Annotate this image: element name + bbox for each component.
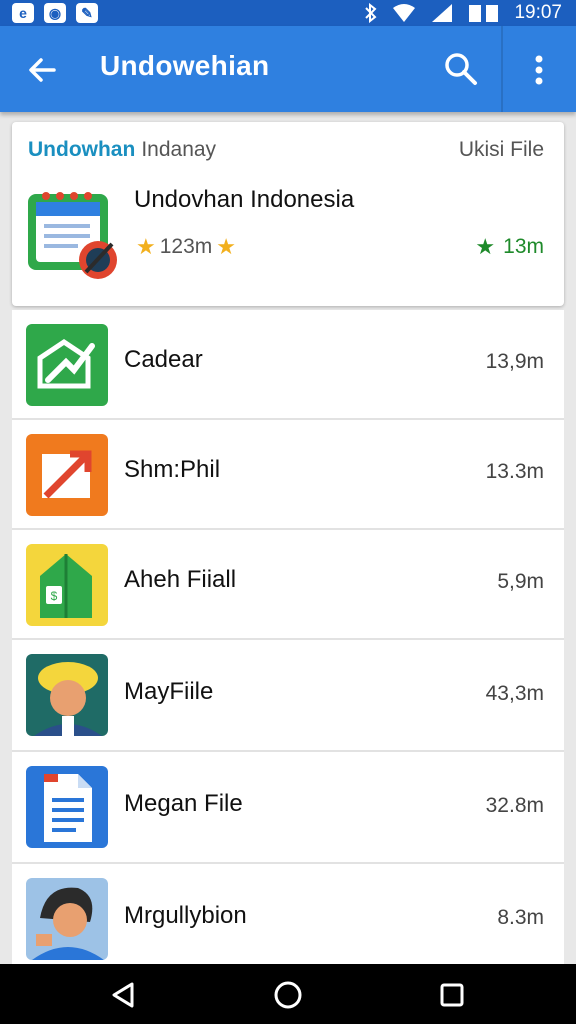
document-icon [26, 766, 108, 848]
arrow-box-icon [26, 434, 108, 516]
file-name: Megan File [124, 790, 243, 817]
app-notification-icon-3: ✎ [76, 3, 98, 23]
person-avatar-icon-2 [26, 878, 108, 960]
file-name: Mrgullybion [124, 902, 247, 929]
green-folder-icon: $ [26, 544, 108, 626]
notification-icons: e ◉ ✎ [12, 3, 98, 23]
app-notification-icon-1: e [12, 3, 34, 23]
featured-card[interactable]: Undowhan Indanay Ukisi File Undovhan Indo… [12, 122, 564, 306]
person-avatar-icon [26, 654, 108, 736]
checkbox-chart-icon [26, 324, 108, 406]
search-icon[interactable] [442, 50, 480, 88]
featured-name: Undovhan Indonesia [134, 186, 355, 213]
star-icon: ★ [136, 234, 156, 259]
card-header: Undowhan Indanay [28, 138, 216, 162]
app-bar-divider [501, 26, 503, 112]
star-icon: ★ [475, 234, 496, 259]
file-name: Aheh Fiiall [124, 566, 237, 593]
card-header-action[interactable]: Ukisi File [459, 138, 544, 162]
wifi-icon [392, 3, 416, 23]
featured-rating: ★ 123m ★ [136, 234, 236, 260]
featured-score: ★ 13m [475, 234, 544, 260]
list-item[interactable]: MayFiile 43,3m [12, 640, 564, 752]
bluetooth-icon [364, 3, 378, 23]
file-name: MayFiile [124, 678, 214, 705]
list-item[interactable]: Shm:Phil 13.3m [12, 420, 564, 530]
score-value: 13m [503, 235, 544, 258]
svg-text:$: $ [51, 589, 58, 603]
signal-icon [430, 3, 454, 23]
file-size: 43,3m [485, 682, 544, 705]
rating-value: 123m [159, 235, 213, 258]
list-item[interactable]: Megan File 32.8m [12, 752, 564, 864]
file-list: Cadear 13,9m Shm:Phil 13.3m $ Aheh Fiial… [12, 310, 564, 964]
file-size: 13,9m [485, 350, 544, 373]
file-size: 13.3m [485, 460, 544, 483]
arrow-back-icon[interactable] [24, 52, 60, 88]
file-name: Shm:Phil [124, 456, 221, 483]
calendar-app-icon [28, 186, 120, 280]
list-item[interactable]: Cadear 13,9m [12, 310, 564, 420]
list-item[interactable]: $ Aheh Fiiall 5,9m [12, 530, 564, 640]
page-title: Undowehian [100, 50, 270, 81]
file-name: Cadear [124, 346, 203, 373]
file-size: 32.8m [485, 794, 544, 817]
nav-recents-icon[interactable] [435, 978, 469, 1012]
file-size: 8.3m [497, 906, 544, 929]
status-bar: e ◉ ✎ 19:07 [0, 0, 576, 26]
list-item[interactable]: Mrgullybion 8.3m [12, 864, 564, 964]
battery-icon [468, 3, 500, 23]
star-icon: ★ [216, 234, 236, 259]
app-bar: Undowehian [0, 26, 576, 112]
nav-home-icon[interactable] [271, 978, 305, 1012]
app-notification-icon-2: ◉ [44, 3, 66, 23]
system-icons: 19:07 [364, 2, 562, 24]
file-size: 5,9m [497, 570, 544, 593]
card-header-title: Undowhan [28, 138, 136, 161]
navigation-bar [0, 964, 576, 1024]
clock: 19:07 [514, 2, 562, 23]
more-vert-icon[interactable] [524, 52, 554, 88]
nav-back-icon[interactable] [106, 978, 140, 1012]
card-header-subtitle: Indanay [141, 138, 217, 161]
